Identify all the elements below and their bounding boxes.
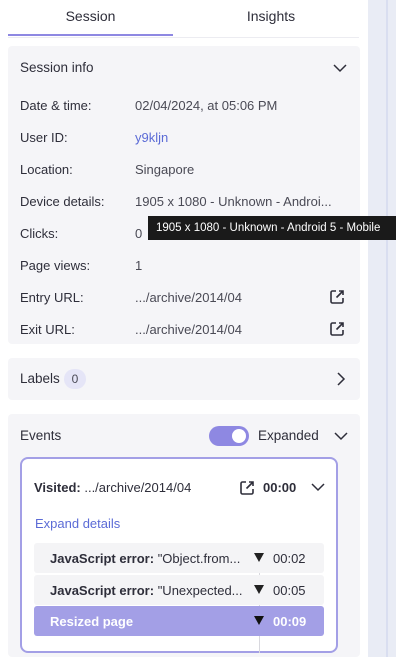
clicks-label: Clicks: — [20, 226, 59, 241]
event-type: JavaScript error: — [50, 551, 155, 566]
event-item[interactable]: JavaScript error: "Unexpected... 00:05 — [34, 575, 324, 605]
event-detail: "Object.from... — [157, 551, 241, 566]
event-label: JavaScript error: "Object.from... — [50, 551, 246, 566]
page-views-label: Page views: — [20, 258, 91, 273]
device-details-value[interactable]: 1905 x 1080 - Unknown - Androi... — [135, 194, 335, 209]
event-detail: "Unexpected... — [157, 583, 243, 598]
session-info-card: Session info Date & time: 02/04/2024, at… — [8, 46, 360, 344]
timeline-marker-icon — [254, 585, 264, 594]
device-details-label: Device details: — [20, 194, 105, 209]
location-row: Location: Singapore — [20, 160, 350, 180]
event-time: 00:05 — [273, 583, 306, 598]
device-details-tooltip: 1905 x 1080 - Unknown - Android 5 - Mobi… — [148, 216, 396, 240]
labels-title: Labels — [20, 371, 60, 386]
expanded-toggle-label: Expanded — [258, 428, 319, 443]
visited-time: 00:00 — [263, 480, 297, 495]
entry-url-value: .../archive/2014/04 — [135, 290, 242, 305]
date-time-row: Date & time: 02/04/2024, at 05:06 PM — [20, 96, 350, 116]
timeline-marker-icon — [254, 616, 264, 625]
user-id-label: User ID: — [20, 130, 68, 145]
expanded-toggle[interactable] — [209, 426, 249, 446]
visited-url: .../archive/2014/04 — [84, 480, 192, 495]
events-card: Events Expanded Visited: .../archive/201… — [8, 414, 360, 657]
session-panel: Session Insights Session info Date & tim… — [0, 0, 368, 657]
exit-url-row: Exit URL: .../archive/2014/04 — [20, 320, 350, 340]
expand-details-link[interactable]: Expand details — [35, 516, 120, 531]
event-label: Resized page — [50, 614, 246, 629]
page-views-row: Page views: 1 — [20, 256, 350, 276]
external-link-icon[interactable] — [238, 479, 256, 497]
event-time: 00:02 — [273, 551, 306, 566]
timeline-marker-icon — [254, 553, 264, 562]
page-views-value: 1 — [135, 258, 143, 273]
user-id-row: User ID: y9kljn — [20, 128, 350, 148]
chevron-right-icon[interactable] — [334, 372, 348, 386]
tab-session[interactable]: Session — [8, 0, 173, 36]
external-link-icon[interactable] — [328, 288, 346, 306]
location-label: Location: — [20, 162, 73, 177]
device-details-row: Device details: 1905 x 1080 - Unknown - … — [20, 192, 350, 212]
labels-count-badge: 0 — [64, 369, 86, 389]
exit-url-label: Exit URL: — [20, 322, 75, 337]
side-scroll-rail — [368, 0, 396, 657]
event-item[interactable]: JavaScript error: "Object.from... 00:02 — [34, 543, 324, 573]
visited-prefix: Visited: — [34, 480, 81, 495]
event-type: Resized page — [50, 614, 134, 629]
session-info-title: Session info — [20, 60, 94, 75]
tab-insights[interactable]: Insights — [183, 0, 359, 36]
location-value: Singapore — [135, 162, 195, 177]
events-title: Events — [20, 428, 62, 443]
external-link-icon[interactable] — [328, 320, 346, 338]
exit-url-value: .../archive/2014/04 — [135, 322, 242, 337]
active-tab-indicator — [8, 34, 173, 36]
rail-divider — [386, 0, 388, 657]
date-time-label: Date & time: — [20, 98, 92, 113]
visited-page-card: Visited: .../archive/2014/04 00:00 Expan… — [20, 457, 338, 653]
event-label: JavaScript error: "Unexpected... — [50, 583, 246, 598]
entry-url-row: Entry URL: .../archive/2014/04 — [20, 288, 350, 308]
visited-title: Visited: .../archive/2014/04 — [34, 480, 191, 495]
entry-url-label: Entry URL: — [20, 290, 84, 305]
tab-bar: Session Insights — [8, 0, 359, 38]
date-time-value: 02/04/2024, at 05:06 PM — [135, 98, 278, 113]
chevron-down-icon[interactable] — [311, 480, 325, 494]
user-id-link[interactable]: y9kljn — [135, 130, 335, 145]
toggle-knob — [232, 429, 246, 443]
chevron-down-icon[interactable] — [334, 429, 348, 443]
event-type: JavaScript error: — [50, 583, 155, 598]
event-time: 00:09 — [273, 614, 307, 629]
labels-card[interactable]: Labels 0 — [8, 358, 360, 400]
chevron-down-icon[interactable] — [333, 61, 347, 75]
event-item-selected[interactable]: Resized page 00:09 — [34, 606, 324, 636]
